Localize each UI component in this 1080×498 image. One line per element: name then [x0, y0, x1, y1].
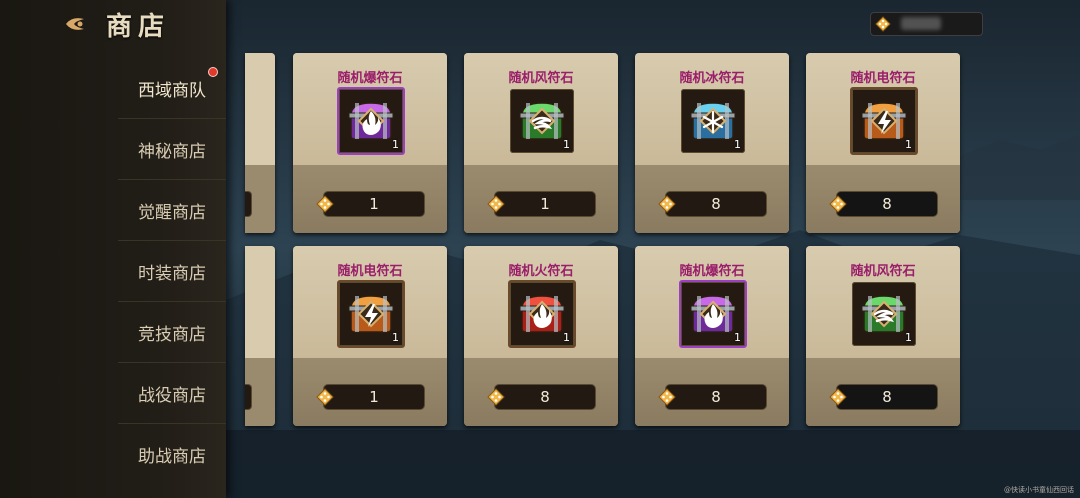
item-name: 随机爆符石: [679, 264, 745, 279]
buy-price-button[interactable]: 8: [829, 191, 938, 217]
partial-card[interactable]: [245, 246, 275, 426]
item-icon-frame[interactable]: 1: [337, 280, 405, 348]
shop-item-card[interactable]: 随机风符石 1 1: [464, 53, 618, 233]
item-price: 8: [711, 195, 721, 213]
rune-chest-icon: [519, 295, 565, 333]
buy-price-button[interactable]: 8: [658, 191, 767, 217]
diamond-icon: [875, 16, 891, 32]
item-quantity: 1: [905, 138, 912, 151]
sidebar: 商店 西域商队神秘商店觉醒商店时装商店竞技商店战役商店助战商店: [0, 0, 226, 498]
item-icon-frame[interactable]: 1: [510, 89, 574, 153]
sidebar-item[interactable]: 西域商队: [118, 58, 226, 119]
item-icon-frame[interactable]: 1: [852, 282, 916, 346]
item-icon-frame[interactable]: 1: [508, 280, 576, 348]
item-price: 8: [882, 195, 892, 213]
sidebar-item-label: 西域商队: [138, 80, 206, 101]
rune-chest-icon: [690, 295, 736, 333]
buy-price-button[interactable]: 1: [316, 191, 425, 217]
back-arrow-icon[interactable]: [64, 14, 92, 34]
item-price: 8: [882, 388, 892, 406]
item-name: 随机电符石: [850, 71, 916, 86]
item-price: 1: [540, 195, 550, 213]
sidebar-item-label: 时装商店: [138, 263, 206, 284]
item-quantity: 1: [905, 331, 912, 344]
item-icon-frame[interactable]: 1: [850, 87, 918, 155]
buy-price-button[interactable]: 8: [487, 384, 596, 410]
rune-chest-icon: [690, 102, 736, 140]
shop-menu: 西域商队神秘商店觉醒商店时装商店竞技商店战役商店助战商店: [118, 58, 226, 484]
header: 商店: [64, 6, 170, 42]
sidebar-item[interactable]: 神秘商店: [118, 119, 226, 180]
item-name: 随机火符石: [508, 264, 574, 279]
partial-card[interactable]: [245, 53, 275, 233]
item-quantity: 1: [734, 331, 741, 344]
rune-chest-icon: [348, 102, 394, 140]
shop-item-card[interactable]: 随机爆符石 1 8: [635, 246, 789, 426]
sidebar-item[interactable]: 助战商店: [118, 424, 226, 484]
rune-chest-icon: [348, 295, 394, 333]
currency-display[interactable]: [870, 12, 983, 36]
buy-price-button[interactable]: 1: [316, 384, 425, 410]
sidebar-item[interactable]: 战役商店: [118, 363, 226, 424]
item-name: 随机冰符石: [679, 71, 745, 86]
buy-price-button[interactable]: 8: [658, 384, 767, 410]
item-icon-frame[interactable]: 1: [337, 87, 405, 155]
item-price: 8: [711, 388, 721, 406]
item-name: 随机风符石: [508, 71, 574, 86]
rune-chest-icon: [861, 102, 907, 140]
shop-item-card[interactable]: 随机风符石 1 8: [806, 246, 960, 426]
item-quantity: 1: [563, 138, 570, 151]
item-quantity: 1: [392, 331, 399, 344]
shop-item-card[interactable]: 随机火符石 1 8: [464, 246, 618, 426]
sidebar-item-label: 神秘商店: [138, 141, 206, 162]
sidebar-item-label: 竞技商店: [138, 324, 206, 345]
shop-item-card[interactable]: 随机冰符石 1 8: [635, 53, 789, 233]
shop-item-card[interactable]: 随机电符石 1 8: [806, 53, 960, 233]
item-quantity: 1: [392, 138, 399, 151]
sidebar-item-label: 助战商店: [138, 446, 206, 467]
item-name: 随机电符石: [337, 264, 403, 279]
sidebar-item-label: 觉醒商店: [138, 202, 206, 223]
watermark: @快读小书童仙西回话: [1004, 486, 1074, 494]
page-title: 商店: [106, 11, 171, 42]
sidebar-item[interactable]: 竞技商店: [118, 302, 226, 363]
item-price: 1: [369, 388, 379, 406]
item-icon-frame[interactable]: 1: [679, 280, 747, 348]
item-price: 8: [540, 388, 550, 406]
sidebar-item[interactable]: 时装商店: [118, 241, 226, 302]
buy-price-button[interactable]: 8: [829, 384, 938, 410]
shop-item-card[interactable]: 随机电符石 1 1: [293, 246, 447, 426]
item-price: 1: [369, 195, 379, 213]
buy-price-button[interactable]: 1: [487, 191, 596, 217]
item-icon-frame[interactable]: 1: [681, 89, 745, 153]
shop-item-card[interactable]: 随机爆符石 1 1: [293, 53, 447, 233]
item-quantity: 1: [563, 331, 570, 344]
sidebar-item[interactable]: 觉醒商店: [118, 180, 226, 241]
item-name: 随机爆符石: [337, 71, 403, 86]
rune-chest-icon: [519, 102, 565, 140]
item-quantity: 1: [734, 138, 741, 151]
rune-chest-icon: [861, 295, 907, 333]
currency-amount-redacted: [901, 17, 941, 30]
item-name: 随机风符石: [850, 264, 916, 279]
sidebar-item-label: 战役商店: [138, 385, 206, 406]
notification-dot: [208, 67, 218, 77]
